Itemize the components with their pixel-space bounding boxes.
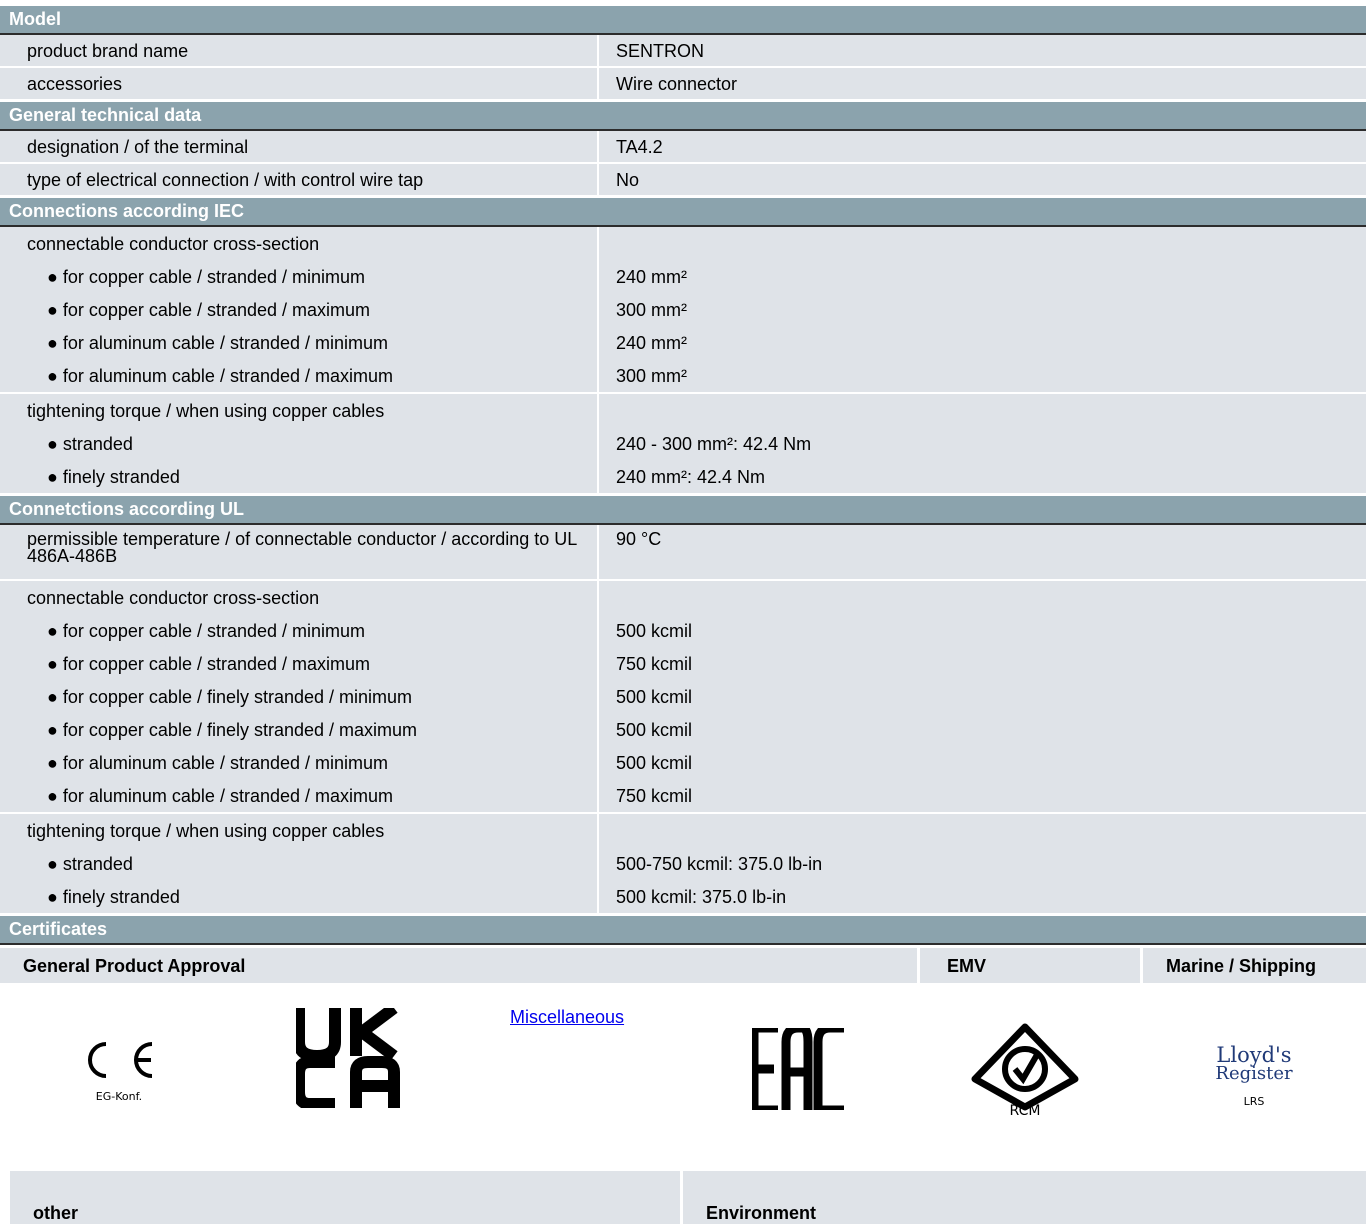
table-row: product brand name SENTRON (0, 35, 1366, 68)
certificate-logos: EG-Konf. Miscellaneous RCM Lloyd's Regis… (0, 983, 1366, 1178)
table-row-group: connectable conductor cross-section ● fo… (0, 581, 1366, 814)
table-row: type of electrical connection / with con… (0, 164, 1366, 197)
row-label: ● for copper cable / stranded / minimum (47, 267, 366, 287)
row-value: 90 °C (597, 525, 1366, 579)
table-row: designation / of the terminal TA4.2 (0, 131, 1366, 164)
row-value: 240 mm² (616, 333, 688, 353)
row-label: ● finely stranded (47, 467, 180, 487)
row-value: 500-750 kcmil: 375.0 lb-in (616, 854, 823, 874)
row-value: 500 kcmil (616, 621, 693, 641)
table-row: permissible temperature / of connectable… (0, 525, 1366, 581)
section-header-model: Model (0, 5, 1366, 35)
section-header-general-technical-data: General technical data (0, 101, 1366, 131)
row-value: 500 kcmil (616, 687, 693, 707)
cert-category-other: other (10, 1171, 683, 1224)
bottom-category-row: other Environment (10, 1171, 1366, 1224)
row-value: 500 kcmil: 375.0 lb-in (616, 887, 787, 907)
row-label: ● for copper cable / stranded / minimum (47, 621, 366, 641)
table-row-group: tightening torque / when using copper ca… (0, 394, 1366, 495)
row-label: product brand name (27, 41, 189, 61)
row-label: ● for aluminum cable / stranded / maximu… (47, 366, 393, 386)
ce-caption: EG-Konf. (96, 1090, 142, 1103)
cert-category-marine: Marine / Shipping (1143, 948, 1366, 983)
rcm-mark-icon[interactable]: RCM (970, 1023, 1080, 1119)
rcm-caption: RCM (1010, 1103, 1041, 1115)
row-label: permissible temperature / of connectable… (27, 529, 577, 566)
certificate-category-row: General Product Approval EMV Marine / Sh… (0, 948, 1366, 983)
row-label: ● for copper cable / finely stranded / m… (47, 720, 418, 740)
row-label: accessories (27, 74, 123, 94)
row-label: ● finely stranded (47, 887, 180, 907)
lloyds-register-icon[interactable]: Lloyd's Register LRS (1204, 1043, 1304, 1113)
row-value: 300 mm² (616, 366, 688, 386)
section-header-connections-ul: Connetctions according UL (0, 495, 1366, 525)
ce-mark-icon[interactable]: EG-Konf. (78, 1030, 168, 1110)
row-label: ● stranded (47, 434, 133, 454)
row-label: ● for aluminum cable / stranded / minimu… (47, 333, 388, 353)
row-value: SENTRON (597, 35, 1366, 66)
row-label: ● for copper cable / stranded / maximum (47, 654, 371, 674)
ukca-mark-icon[interactable] (293, 1003, 400, 1110)
cert-category-general: General Product Approval (0, 948, 920, 983)
group-label: connectable conductor cross-section (27, 234, 320, 254)
group-label: connectable conductor cross-section (27, 588, 320, 608)
row-value: No (597, 164, 1366, 195)
row-value: 240 mm² (616, 267, 688, 287)
row-value: 500 kcmil (616, 720, 693, 740)
lloyds-caption: LRS (1244, 1095, 1265, 1108)
lloyds-line2: Register (1215, 1063, 1293, 1084)
row-label: ● for copper cable / stranded / maximum (47, 300, 371, 320)
table-row-group: connectable conductor cross-section ● fo… (0, 227, 1366, 394)
row-label: type of electrical connection / with con… (27, 170, 424, 190)
row-value: TA4.2 (597, 131, 1366, 162)
row-value: Wire connector (597, 68, 1366, 99)
miscellaneous-link[interactable]: Miscellaneous (510, 1007, 624, 1028)
row-value: 240 mm²: 42.4 Nm (616, 467, 766, 487)
row-label: ● for aluminum cable / stranded / minimu… (47, 753, 388, 773)
group-label: tightening torque / when using copper ca… (27, 401, 385, 421)
cert-category-emv: EMV (920, 948, 1143, 983)
row-label: designation / of the terminal (27, 137, 249, 157)
cert-category-environment: Environment (683, 1171, 1366, 1224)
eac-mark-icon[interactable] (749, 1023, 846, 1115)
group-label: tightening torque / when using copper ca… (27, 821, 385, 841)
row-value: 500 kcmil (616, 753, 693, 773)
section-header-certificates: Certificates (0, 915, 1366, 945)
row-label: ● for aluminum cable / stranded / maximu… (47, 786, 393, 806)
row-value: 240 - 300 mm²: 42.4 Nm (616, 434, 812, 454)
row-value: 750 kcmil (616, 786, 693, 806)
row-label: ● for copper cable / finely stranded / m… (47, 687, 413, 707)
section-header-connections-iec: Connections according IEC (0, 197, 1366, 227)
row-label: ● stranded (47, 854, 133, 874)
datasheet-table: Model product brand name SENTRON accesso… (0, 5, 1366, 1178)
row-value: 300 mm² (616, 300, 688, 320)
row-value: 750 kcmil (616, 654, 693, 674)
table-row-group: tightening torque / when using copper ca… (0, 814, 1366, 915)
table-row: accessories Wire connector (0, 68, 1366, 101)
